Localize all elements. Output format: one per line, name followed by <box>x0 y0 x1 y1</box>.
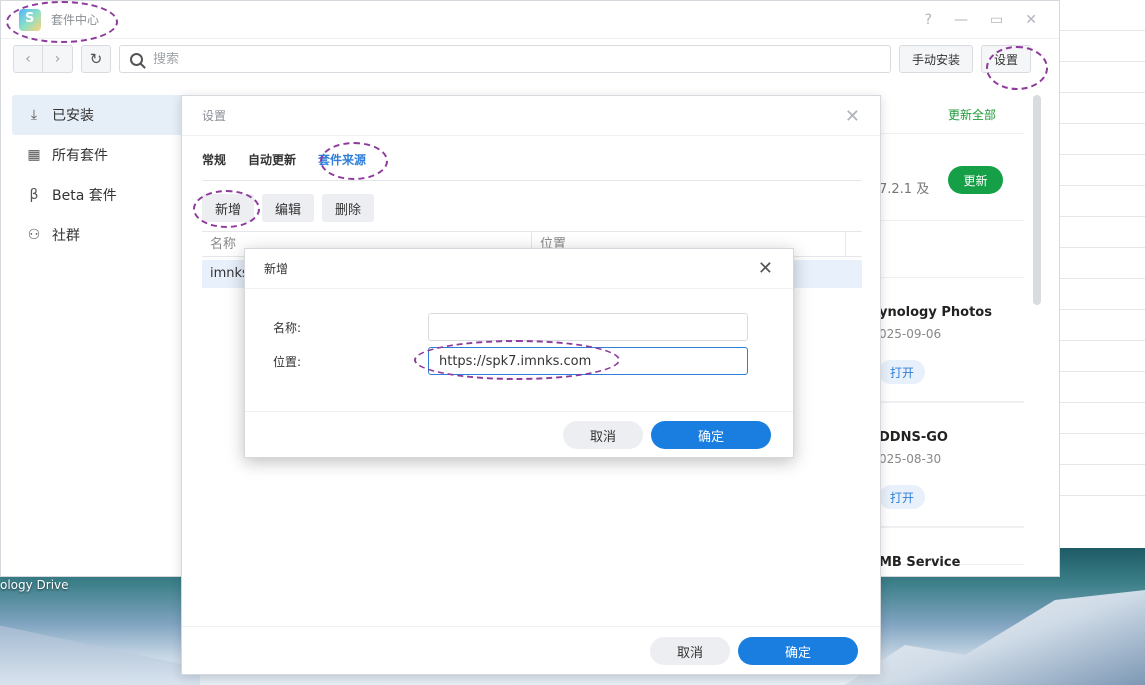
back-button[interactable]: ‹ <box>13 45 43 73</box>
sidebar-item-label: 已安装 <box>52 108 94 124</box>
ok-button[interactable]: 确定 <box>651 421 771 449</box>
location-label: 位置: <box>273 355 302 369</box>
title-bar: 套件中心 ? — ▭ ✕ <box>1 1 1059 39</box>
dialog-title: 设置 <box>182 96 880 136</box>
sidebar-item-label: Beta 套件 <box>52 188 117 204</box>
add-source-dialog: 新增 ✕ 名称: 位置: 取消 确定 <box>244 248 794 458</box>
settings-button[interactable]: 设置 <box>981 45 1032 73</box>
sidebar-item-installed[interactable]: ⤓ 已安装 <box>12 95 187 135</box>
desktop-shortcut-label[interactable]: ology Drive <box>0 578 69 592</box>
chevron-left-icon: ‹ <box>25 51 31 67</box>
minimize-icon[interactable]: — <box>954 12 968 28</box>
update-all-link[interactable]: 更新全部 <box>948 106 996 123</box>
tab-divider <box>202 180 862 181</box>
sidebar-item-all-packages[interactable]: ▦ 所有套件 <box>12 135 187 175</box>
background-window <box>1060 0 1145 548</box>
refresh-icon: ↻ <box>89 50 103 68</box>
package-center-icon <box>19 8 41 31</box>
tab-general[interactable]: 常规 <box>202 151 226 168</box>
dialog-divider <box>245 411 793 412</box>
forward-button[interactable]: › <box>43 45 73 73</box>
chevron-right-icon: › <box>54 51 61 67</box>
add-source-button[interactable]: 新增 <box>202 194 255 222</box>
search-input[interactable] <box>153 51 853 67</box>
source-toolbar: 新增 编辑 删除 <box>202 194 375 222</box>
package-name: ynology Photos <box>879 305 992 320</box>
refresh-button[interactable]: ↻ <box>81 45 111 73</box>
dialog-title: 新增 <box>245 249 793 289</box>
download-icon: ⤓ <box>30 107 38 123</box>
delete-source-button[interactable]: 删除 <box>322 194 375 222</box>
window-title: 套件中心 <box>51 13 100 27</box>
sidebar: ⤓ 已安装 ▦ 所有套件 β Beta 套件 ⚇ 社群 <box>12 95 187 255</box>
search-icon <box>130 52 143 66</box>
name-input[interactable] <box>428 313 748 341</box>
manual-install-button[interactable]: 手动安装 <box>899 45 974 73</box>
package-name: MB Service <box>879 555 961 570</box>
location-input[interactable] <box>428 347 748 375</box>
package-date: 025-08-30 <box>879 452 942 466</box>
cancel-button[interactable]: 取消 <box>563 421 643 449</box>
package-date: 025-09-06 <box>879 327 942 341</box>
sidebar-item-beta[interactable]: β Beta 套件 <box>12 175 187 215</box>
sidebar-item-label: 所有套件 <box>52 148 108 164</box>
open-button[interactable]: 打开 <box>879 485 925 509</box>
dialog-footer: 取消 确定 <box>182 626 880 674</box>
close-icon[interactable]: ✕ <box>845 106 860 127</box>
ok-button[interactable]: 确定 <box>738 637 858 665</box>
edit-source-button[interactable]: 编辑 <box>262 194 315 222</box>
tab-auto-update[interactable]: 自动更新 <box>248 151 296 168</box>
update-button[interactable]: 更新 <box>948 166 1003 194</box>
tab-package-sources[interactable]: 套件来源 <box>318 151 366 168</box>
cancel-button[interactable]: 取消 <box>650 637 730 665</box>
scrollbar[interactable] <box>1033 95 1041 305</box>
toolbar: ‹ › ↻ 手动安装 设置 <box>1 39 1059 79</box>
search-box[interactable] <box>119 45 891 73</box>
package-name: DDNS-GO <box>879 430 948 445</box>
beta-icon: β <box>29 187 39 203</box>
community-icon: ⚇ <box>27 227 41 243</box>
sidebar-item-label: 社群 <box>52 228 80 244</box>
source-name: imnks <box>210 266 249 281</box>
close-icon[interactable]: ✕ <box>1025 12 1037 28</box>
help-icon[interactable]: ? <box>925 12 932 28</box>
name-label: 名称: <box>273 321 302 335</box>
maximize-icon[interactable]: ▭ <box>990 12 1003 28</box>
close-icon[interactable]: ✕ <box>758 258 773 279</box>
package-version: 7.2.1 及 <box>879 182 930 197</box>
settings-tabs: 常规 自动更新 套件来源 <box>202 151 366 168</box>
grid-icon: ▦ <box>27 147 41 163</box>
sidebar-item-community[interactable]: ⚇ 社群 <box>12 215 187 255</box>
open-button[interactable]: 打开 <box>879 360 925 384</box>
